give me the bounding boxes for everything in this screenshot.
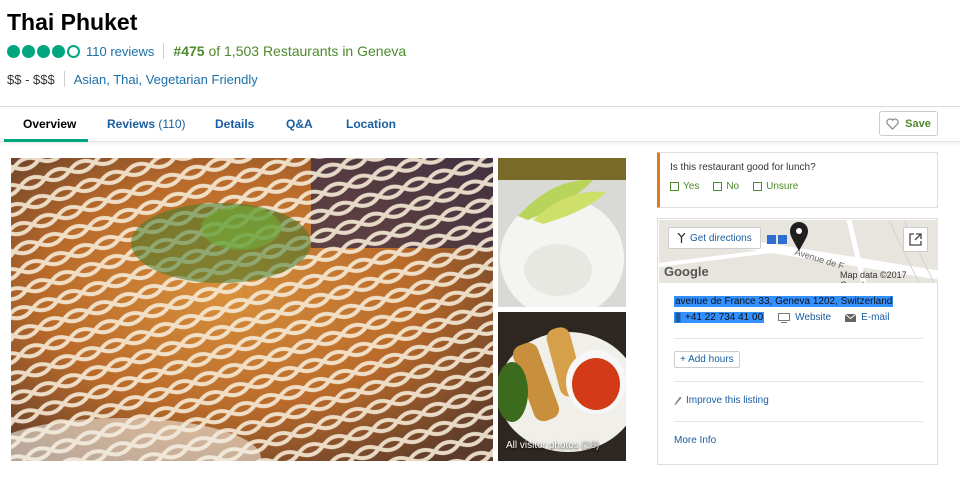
all-photos-count: (18) [581,440,600,451]
open-map-external-button[interactable] [903,227,928,252]
price-range: $$ - $$$ [7,71,55,87]
rating-bubble-icon [22,44,35,58]
lunch-option-no[interactable]: No [713,181,739,192]
lunch-option-yes-label: Yes [683,181,700,192]
rank-text: of 1,503 Restaurants in Geneva [208,43,407,59]
map-pin-icon [790,222,808,251]
phone-number-text: +41 22 734 41 00 [685,312,764,323]
address[interactable]: avenue de France 33, Geneva 1202, Switze… [674,296,894,307]
save-button[interactable]: Save [879,111,938,136]
improve-listing-link[interactable]: Improve this listing [674,395,769,406]
tab-reviews[interactable]: Reviews (110) [107,117,186,131]
get-directions-button[interactable]: Get directions [668,227,761,249]
lunch-option-unsure[interactable]: Unsure [753,181,798,192]
envelope-icon [845,313,857,322]
location-contact-card: Avenue de F Get directions Google Map da… [657,218,938,465]
rating-bubbles[interactable] [7,44,80,58]
cuisines-link[interactable]: Asian, Thai, Vegetarian Friendly [74,72,258,87]
meta-row: $$ - $$$ Asian, Thai, Vegetarian Friendl… [7,71,258,87]
listing-header: Thai Phuket 110 reviews #475 of 1,503 Re… [0,0,960,106]
divider [674,381,923,382]
checkbox-icon [713,182,723,191]
contact-row: +41 22 734 41 00 Website E-mail [674,312,889,323]
divider [674,421,923,422]
phone-icon [675,312,681,323]
rank-number: #475 [173,43,205,59]
all-photos-thumbnail[interactable]: All visitor photos (18) [498,312,626,461]
tab-qa[interactable]: Q&A [286,117,313,131]
restaurant-name: Thai Phuket [7,9,138,35]
food-photo-image [11,158,493,461]
map-preview[interactable]: Avenue de F Get directions Google Map da… [659,220,938,283]
all-photos-text: All visitor photos [506,440,579,451]
checkbox-icon [670,182,679,191]
ranking[interactable]: #475 of 1,503 Restaurants in Geneva [173,43,406,59]
monitor-icon [778,312,791,323]
tab-details[interactable]: Details [215,117,254,131]
rating-bubble-icon [52,44,65,58]
email-label: E-mail [861,312,890,323]
website-link[interactable]: Website [778,312,831,323]
improve-listing-label: Improve this listing [686,395,769,406]
website-label: Website [795,312,832,323]
divider [163,43,165,59]
lunch-option-unsure-label: Unsure [766,181,799,192]
more-info-link[interactable]: More Info [674,435,716,446]
rating-row: 110 reviews #475 of 1,503 Restaurants in… [7,43,406,59]
lunch-question-card: Is this restaurant good for lunch? Yes N… [657,152,938,208]
photo-thumbnail[interactable] [498,158,626,307]
tab-reviews-label: Reviews [107,117,156,131]
active-tab-indicator [4,139,88,142]
checkbox-icon [753,182,763,191]
get-directions-label: Get directions [690,232,752,244]
lunch-option-yes[interactable]: Yes [670,181,699,192]
google-logo: Google [664,264,709,279]
lunch-question: Is this restaurant good for lunch? [670,162,816,173]
spring-rolls-image [498,312,626,461]
tab-bar: Overview Reviews (110) Details Q&A Locat… [0,106,960,142]
directions-icon [677,233,686,243]
pencil-icon [674,396,682,405]
lunch-option-no-label: No [726,181,740,192]
reviews-count-link[interactable]: 110 reviews [86,44,154,59]
external-link-icon [909,233,922,246]
lunch-options: Yes No Unsure [670,181,798,192]
tab-location[interactable]: Location [346,117,396,131]
rating-bubble-icon [37,44,50,58]
add-hours-button[interactable]: + Add hours [674,351,740,368]
heart-icon [886,117,899,130]
divider [674,338,923,339]
main-photo[interactable] [11,158,493,461]
rating-bubble-icon [7,44,20,58]
map-attribution: Map data ©2017 Google [840,270,907,283]
all-photos-label[interactable]: All visitor photos (18) [506,440,599,451]
mango-sticky-rice-image [498,158,626,307]
tab-overview[interactable]: Overview [23,117,76,131]
divider [63,71,65,87]
phone-number[interactable]: +41 22 734 41 00 [674,312,765,323]
save-label: Save [905,117,931,130]
tab-reviews-count: (110) [158,117,186,131]
email-link[interactable]: E-mail [845,312,889,323]
rating-bubble-half-icon [67,44,80,58]
